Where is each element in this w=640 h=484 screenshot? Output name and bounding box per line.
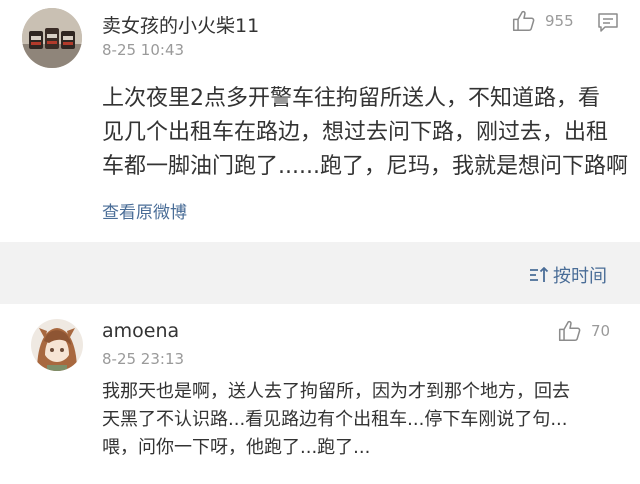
view-original-link[interactable]: 查看原微博 bbox=[102, 198, 187, 223]
post-comment-button[interactable] bbox=[596, 10, 620, 34]
post-text-line: 上次夜里2点多开警车往拘留所送人，不知道路，看 bbox=[102, 86, 600, 111]
comment-author-name[interactable]: amoena bbox=[102, 320, 179, 342]
comment-item: amoena 8-25 23:13 70 我那天也是啊，送人去了拘留所，因为才到… bbox=[0, 304, 640, 484]
original-post: 卖女孩的小火柴11 8-25 10:43 955 上次夜里2点多开警车往拘留所送… bbox=[0, 0, 640, 242]
post-text-line: 见几个出租车在路边，想过去问下路，刚过去，出租 bbox=[102, 120, 609, 145]
post-timestamp: 8-25 10:43 bbox=[102, 41, 185, 59]
comment-like-button[interactable]: 70 bbox=[557, 318, 610, 344]
post-like-button[interactable]: 955 bbox=[511, 8, 574, 34]
sort-bar: 按时间 bbox=[0, 242, 640, 304]
thumbs-up-icon bbox=[512, 10, 535, 31]
avatar[interactable] bbox=[22, 8, 82, 68]
sort-by-time-button[interactable]: 按时间 bbox=[529, 262, 607, 288]
comment-text-line: 喂，问你一下呀，他跑了...跑了... bbox=[102, 437, 371, 458]
post-text-line: 车都一脚油门跑了......跑了，尼玛，我就是想问下路啊 bbox=[102, 154, 628, 179]
post-like-count: 955 bbox=[545, 12, 574, 30]
comment-text-line: 我那天也是啊，送人去了拘留所，因为才到那个地方，回去 bbox=[102, 381, 570, 402]
post-author-name[interactable]: 卖女孩的小火柴11 bbox=[102, 11, 259, 38]
comment-timestamp: 8-25 23:13 bbox=[102, 350, 185, 368]
avatar-image bbox=[31, 319, 83, 371]
sort-label: 按时间 bbox=[553, 266, 607, 287]
post-body: 上次夜里2点多开警车往拘留所送人，不知道路，看 见几个出租车在路边，想过去问下路… bbox=[102, 82, 628, 184]
comment-text-line: 天黑了不认识路...看见路边有个出租车...停下车刚说了句... bbox=[102, 409, 568, 430]
comment-avatar[interactable] bbox=[31, 319, 83, 371]
thumbs-up-icon bbox=[558, 320, 581, 341]
comment-body: 我那天也是啊，送人去了拘留所，因为才到那个地方，回去 天黑了不认识路...看见路… bbox=[102, 378, 570, 462]
comment-icon bbox=[598, 13, 618, 32]
sort-icon bbox=[530, 267, 549, 282]
avatar-image bbox=[22, 8, 82, 68]
comment-like-count: 70 bbox=[591, 322, 611, 340]
